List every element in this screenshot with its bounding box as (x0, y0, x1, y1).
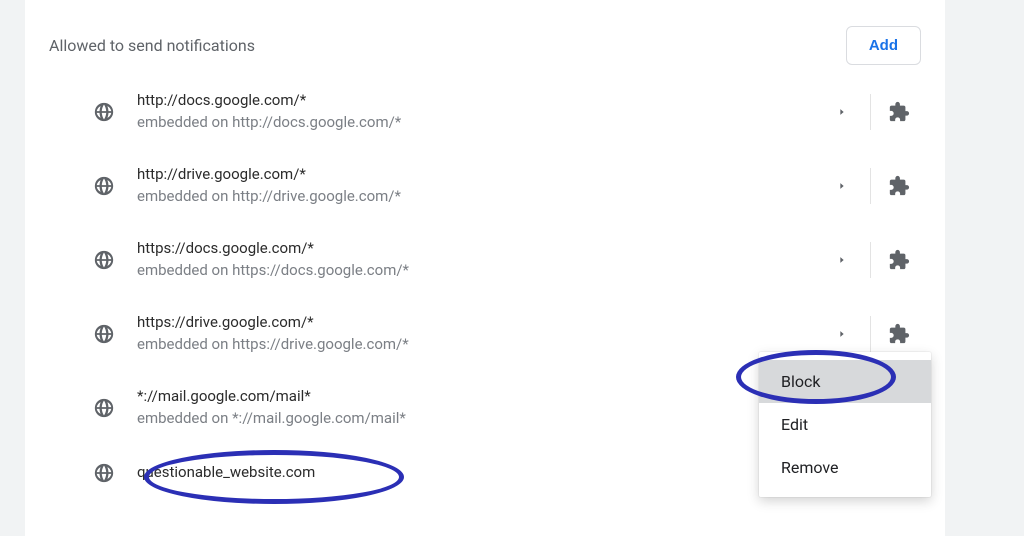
context-menu: Block Edit Remove (759, 352, 931, 497)
menu-item-remove[interactable]: Remove (759, 446, 931, 489)
extension-icon[interactable] (877, 238, 921, 282)
globe-icon (93, 397, 137, 419)
row-actions (820, 223, 921, 297)
section-title: Allowed to send notifications (49, 36, 255, 55)
site-url: https://drive.google.com/* (137, 312, 820, 334)
site-embed: embedded on https://drive.google.com/* (137, 334, 820, 356)
extension-icon[interactable] (877, 312, 921, 356)
details-chevron-icon[interactable] (820, 312, 864, 356)
section-header: Allowed to send notifications Add (49, 0, 921, 75)
globe-icon (93, 175, 137, 197)
details-chevron-icon[interactable] (820, 238, 864, 282)
site-text: http://drive.google.com/* embedded on ht… (137, 164, 820, 208)
separator (870, 316, 871, 352)
site-embed: embedded on http://drive.google.com/* (137, 186, 820, 208)
extension-icon[interactable] (877, 164, 921, 208)
site-row: http://drive.google.com/* embedded on ht… (49, 149, 921, 223)
site-url: https://docs.google.com/* (137, 238, 820, 260)
details-chevron-icon[interactable] (820, 90, 864, 134)
separator (870, 168, 871, 204)
extension-icon[interactable] (877, 90, 921, 134)
site-row: https://docs.google.com/* embedded on ht… (49, 223, 921, 297)
globe-icon (93, 249, 137, 271)
site-embed: embedded on http://docs.google.com/* (137, 112, 820, 134)
add-button[interactable]: Add (846, 26, 921, 65)
site-url: http://docs.google.com/* (137, 90, 820, 112)
row-actions (820, 149, 921, 223)
details-chevron-icon[interactable] (820, 164, 864, 208)
site-row: http://docs.google.com/* embedded on htt… (49, 75, 921, 149)
menu-item-edit[interactable]: Edit (759, 403, 931, 446)
site-embed: embedded on https://docs.google.com/* (137, 260, 820, 282)
separator (870, 242, 871, 278)
site-text: https://drive.google.com/* embedded on h… (137, 312, 820, 356)
settings-panel: Allowed to send notifications Add http:/… (25, 0, 945, 536)
site-text: https://docs.google.com/* embedded on ht… (137, 238, 820, 282)
separator (870, 94, 871, 130)
row-actions (820, 75, 921, 149)
globe-icon (93, 323, 137, 345)
globe-icon (93, 462, 137, 484)
site-url: http://drive.google.com/* (137, 164, 820, 186)
site-text: http://docs.google.com/* embedded on htt… (137, 90, 820, 134)
globe-icon (93, 101, 137, 123)
menu-item-block[interactable]: Block (759, 360, 931, 403)
